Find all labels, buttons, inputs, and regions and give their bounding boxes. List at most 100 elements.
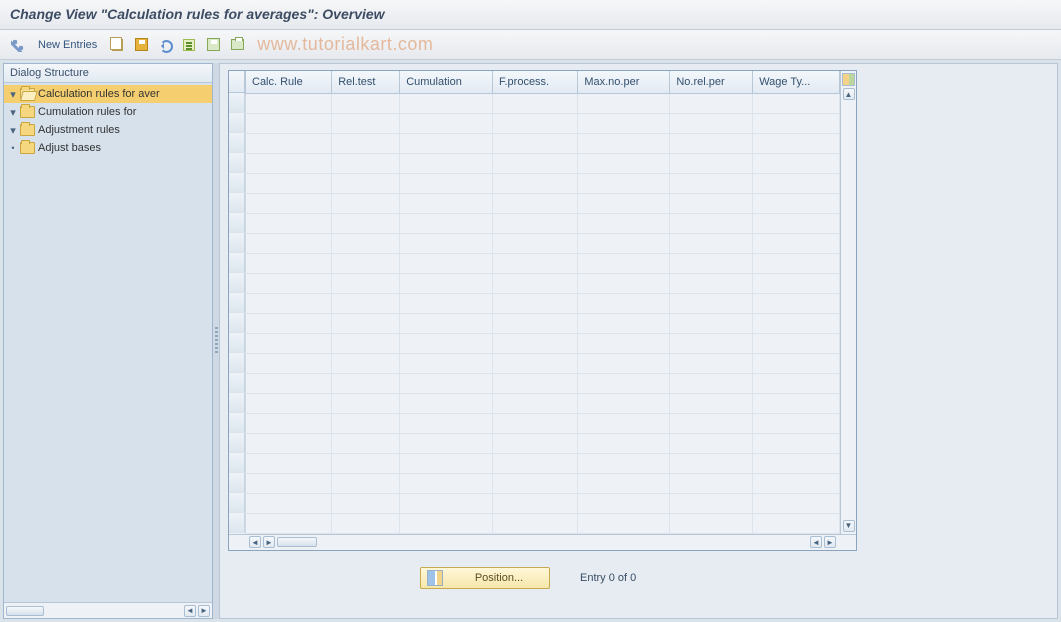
table-cell[interactable] [400,133,493,153]
undo-icon[interactable] [155,35,175,55]
table-cell[interactable] [753,353,840,373]
table-cell[interactable] [578,153,670,173]
table-cell[interactable] [332,473,400,493]
table-cell[interactable] [753,513,840,533]
tree-node-calculation-rules[interactable]: ▾ Calculation rules for aver [4,85,212,103]
save-variant-icon[interactable] [203,35,223,55]
table-cell[interactable] [753,173,840,193]
save-icon[interactable] [131,35,151,55]
table-cell[interactable] [246,173,332,193]
table-cell[interactable] [670,353,753,373]
column-header-wage-type[interactable]: Wage Ty... [753,71,840,93]
table-cell[interactable] [670,273,753,293]
table-row[interactable] [246,413,840,433]
table-cell[interactable] [246,513,332,533]
table-row[interactable] [246,233,840,253]
scroll-right-icon[interactable]: ► [263,536,275,548]
table-cell[interactable] [246,93,332,113]
table-row[interactable] [246,93,840,113]
table-cell[interactable] [670,153,753,173]
column-header-calc-rule[interactable]: Calc. Rule [246,71,332,93]
table-row[interactable] [246,153,840,173]
table-cell[interactable] [753,373,840,393]
table-cell[interactable] [400,213,493,233]
table-cell[interactable] [246,413,332,433]
table-cell[interactable] [753,413,840,433]
table-cell[interactable] [753,193,840,213]
table-cell[interactable] [670,453,753,473]
table-cell[interactable] [332,373,400,393]
table-cell[interactable] [246,233,332,253]
table-cell[interactable] [753,213,840,233]
table-cell[interactable] [332,153,400,173]
copy-icon[interactable] [107,35,127,55]
table-cell[interactable] [246,453,332,473]
table-cell[interactable] [400,293,493,313]
configure-columns-icon[interactable] [842,73,855,86]
column-header-max-no-per[interactable]: Max.no.per [578,71,670,93]
table-cell[interactable] [492,273,577,293]
table-cell[interactable] [246,433,332,453]
table-cell[interactable] [578,433,670,453]
table-row[interactable] [246,213,840,233]
column-header-f-process[interactable]: F.process. [492,71,577,93]
table-cell[interactable] [400,253,493,273]
scrollbar-thumb[interactable] [277,537,317,547]
table-row[interactable] [246,273,840,293]
table-cell[interactable] [332,453,400,473]
table-cell[interactable] [492,233,577,253]
expand-icon[interactable]: ▾ [8,106,18,119]
table-cell[interactable] [578,293,670,313]
table-row[interactable] [246,353,840,373]
table-cell[interactable] [332,393,400,413]
table-cell[interactable] [670,173,753,193]
table-cell[interactable] [670,373,753,393]
grid-vertical-scrollbar[interactable]: ▲ ▼ [840,71,856,534]
grid-horizontal-scrollbar[interactable]: ◄ ► ◄ ► [229,534,856,550]
table-cell[interactable] [400,173,493,193]
table-cell[interactable] [492,113,577,133]
table-cell[interactable] [332,253,400,273]
scroll-left-icon[interactable]: ◄ [249,536,261,548]
table-cell[interactable] [753,313,840,333]
table-cell[interactable] [670,433,753,453]
select-all-cell[interactable] [229,71,245,93]
table-cell[interactable] [400,513,493,533]
table-cell[interactable] [246,113,332,133]
table-cell[interactable] [670,513,753,533]
table-cell[interactable] [332,93,400,113]
table-cell[interactable] [492,93,577,113]
table-cell[interactable] [400,193,493,213]
table-row[interactable] [246,133,840,153]
tree-node-cumulation-rules[interactable]: ▾ Cumulation rules for [4,103,212,121]
table-cell[interactable] [578,233,670,253]
table-cell[interactable] [246,333,332,353]
table-row[interactable] [246,333,840,353]
table-cell[interactable] [246,373,332,393]
table-cell[interactable] [246,153,332,173]
table-row[interactable] [246,453,840,473]
table-cell[interactable] [332,173,400,193]
table-cell[interactable] [246,133,332,153]
select-all-icon[interactable] [179,35,199,55]
table-cell[interactable] [578,373,670,393]
table-cell[interactable] [492,453,577,473]
table-cell[interactable] [578,333,670,353]
table-cell[interactable] [400,93,493,113]
table-cell[interactable] [246,253,332,273]
table-cell[interactable] [753,133,840,153]
table-cell[interactable] [400,493,493,513]
table-row[interactable] [246,293,840,313]
table-cell[interactable] [492,293,577,313]
table-cell[interactable] [332,193,400,213]
table-cell[interactable] [578,493,670,513]
table-cell[interactable] [400,433,493,453]
table-cell[interactable] [753,293,840,313]
table-cell[interactable] [670,333,753,353]
table-cell[interactable] [332,433,400,453]
table-cell[interactable] [400,273,493,293]
table-cell[interactable] [670,293,753,313]
table-cell[interactable] [332,213,400,233]
table-cell[interactable] [332,513,400,533]
table-cell[interactable] [492,253,577,273]
